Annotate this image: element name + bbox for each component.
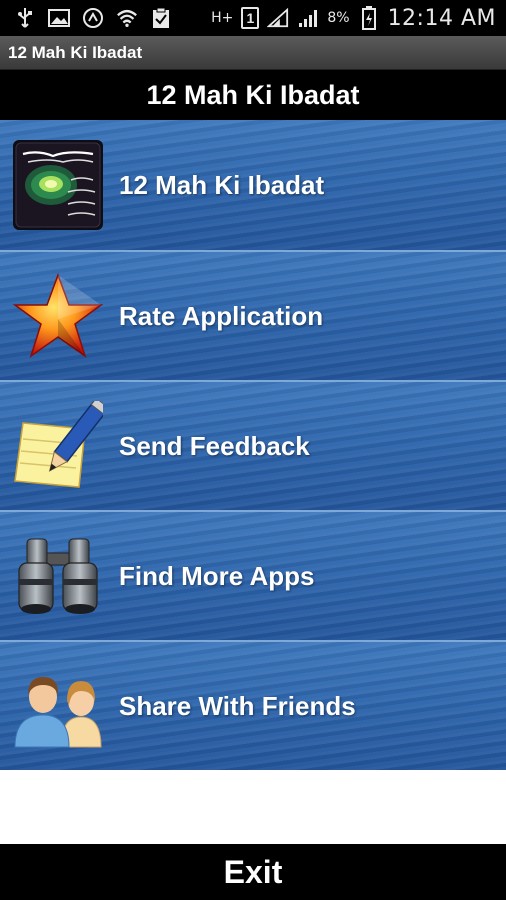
empty-area [0,770,506,844]
menu-item-send-feedback[interactable]: Send Feedback [0,380,506,510]
menu-item-find-more-apps[interactable]: Find More Apps [0,510,506,640]
sync-icon [82,7,104,29]
clipboard-icon [150,7,172,29]
status-bar: H+ 1 8% 12:14 AM [0,0,506,36]
menu-item-rate-application[interactable]: Rate Application [0,250,506,380]
clock-time: 12:14 AM [387,5,496,31]
signal-secondary-icon [297,7,319,29]
notepad-pencil-icon [12,400,104,492]
page-header: 12 Mah Ki Ibadat [0,70,506,120]
image-icon [48,7,70,29]
network-type-label: H+ [211,10,234,26]
menu-item-label: Send Feedback [119,430,310,461]
binoculars-icon [12,530,104,622]
page-title: 12 Mah Ki Ibadat [146,79,360,110]
menu-item-share-with-friends[interactable]: Share With Friends [0,640,506,770]
menu-item-label: Find More Apps [119,560,315,591]
exit-button[interactable]: Exit [0,844,506,900]
menu-item-label: Share With Friends [119,690,356,721]
menu-list: 12 Mah Ki Ibadat Rate Application Send F… [0,120,506,770]
sim-slot-icon: 1 [241,7,260,29]
battery-icon [358,6,380,30]
usb-icon [14,7,36,29]
exit-button-label: Exit [223,853,283,890]
menu-item-label: 12 Mah Ki Ibadat [119,169,325,200]
book-cover-icon [12,139,104,231]
star-icon [12,270,104,362]
battery-percent: 8% [327,10,350,26]
app-title-bar: 12 Mah Ki Ibadat [0,36,506,70]
signal-icon [267,7,289,29]
people-icon [12,660,104,752]
app-title: 12 Mah Ki Ibadat [8,42,143,62]
menu-item-label: Rate Application [119,300,324,331]
menu-item-12-mah-ki-ibadat[interactable]: 12 Mah Ki Ibadat [0,120,506,250]
wifi-icon [116,7,138,29]
